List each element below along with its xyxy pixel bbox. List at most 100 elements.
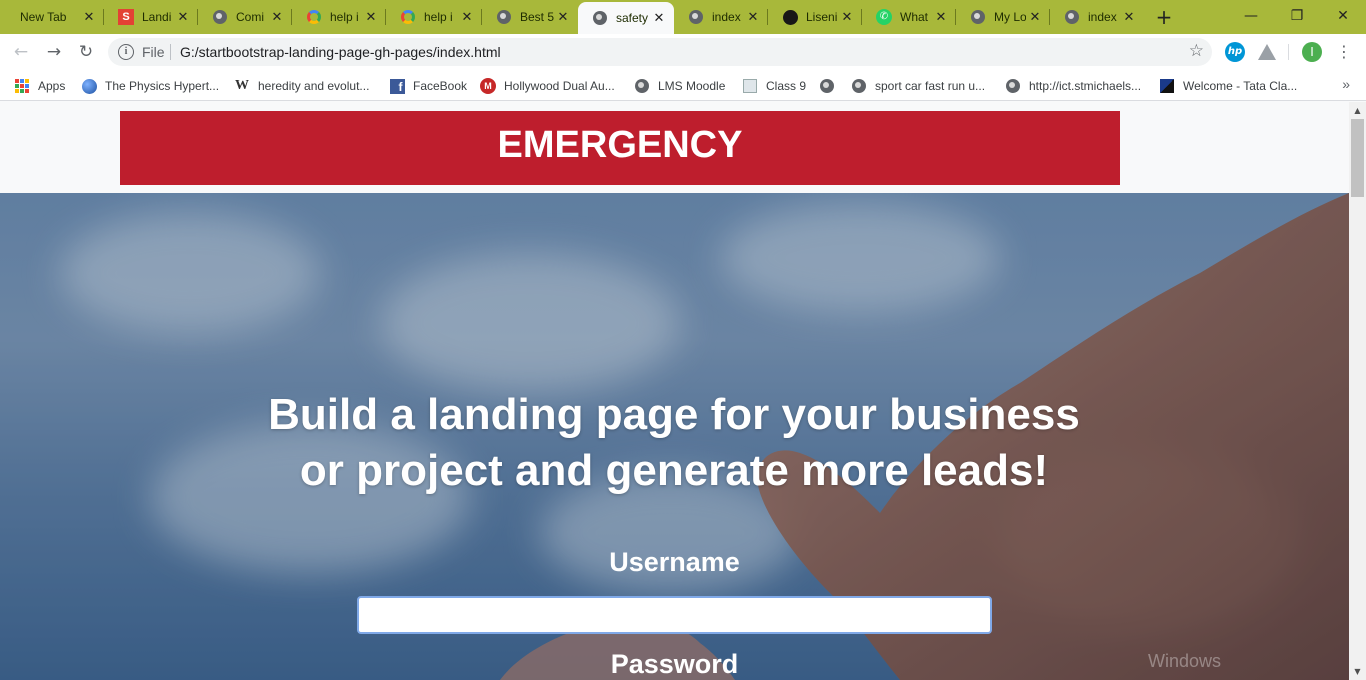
close-icon[interactable]: ✕ <box>268 9 286 25</box>
close-icon[interactable]: ✕ <box>650 10 668 26</box>
whatsapp-icon: ✆ <box>876 9 892 25</box>
back-button[interactable]: ← <box>9 40 33 64</box>
close-icon[interactable]: ✕ <box>80 9 98 25</box>
bookmark-hollywood[interactable]: M Hollywood Dual Au... <box>480 77 615 95</box>
globe-icon <box>688 9 704 25</box>
close-icon[interactable]: ✕ <box>1026 9 1044 25</box>
password-label: Password <box>610 649 739 679</box>
bookmark-label: sport car fast run u... <box>875 79 986 93</box>
bookmark-label: Hollywood Dual Au... <box>504 79 615 93</box>
tab-title: Landi <box>142 10 172 24</box>
tab-help-2[interactable]: help i ✕ <box>386 0 482 34</box>
bookmark-lms-moodle[interactable]: LMS Moodle <box>634 77 725 95</box>
username-input[interactable] <box>357 596 992 634</box>
bookmark-star-icon[interactable]: ☆ <box>1189 41 1204 61</box>
minimize-button[interactable]: — <box>1228 4 1274 28</box>
tab-index-1[interactable]: index ✕ <box>674 0 768 34</box>
scroll-down-icon[interactable]: ▼ <box>1349 663 1366 680</box>
bookmark-label: The Physics Hypert... <box>105 79 220 93</box>
hp-icon[interactable]: hp <box>1225 42 1245 62</box>
bookmark-tata[interactable]: Welcome - Tata Cla... <box>1159 77 1297 95</box>
hero-section: Build a landing page for your business o… <box>0 193 1349 680</box>
profile-avatar[interactable]: I <box>1302 42 1322 62</box>
apps-grid-icon <box>14 78 30 94</box>
globe-icon <box>819 78 835 94</box>
close-icon[interactable]: ✕ <box>174 9 192 25</box>
github-icon <box>782 9 798 25</box>
headline-line-2: or project and generate more leads! <box>299 446 1049 495</box>
tab-new-tab[interactable]: New Tab ✕ <box>0 0 104 34</box>
more-bookmarks-icon[interactable]: » <box>1342 76 1350 92</box>
address-bar[interactable]: i File G:/startbootstrap-landing-page-gh… <box>108 38 1212 66</box>
close-icon[interactable]: ✕ <box>932 9 950 25</box>
tab-title: safety <box>616 11 649 25</box>
tab-best[interactable]: Best 5 ✕ <box>482 0 578 34</box>
tab-title: Comi <box>236 10 265 24</box>
tab-help-1[interactable]: help i ✕ <box>292 0 386 34</box>
bookmark-stmichaels[interactable]: http://ict.stmichaels... <box>1005 77 1141 95</box>
tab-my-lo[interactable]: My Lo ✕ <box>956 0 1050 34</box>
tab-title: My Lo <box>994 10 1026 24</box>
headline-line-1: Build a landing page for your business <box>268 390 1080 439</box>
tab-title: What <box>900 10 929 24</box>
tab-liseni[interactable]: Liseni ✕ <box>768 0 862 34</box>
url-text[interactable]: G:/startbootstrap-landing-page-gh-pages/… <box>180 44 501 60</box>
bookmark-unnamed[interactable] <box>819 77 843 95</box>
google-icon <box>306 9 322 25</box>
forward-button[interactable]: → <box>42 40 66 64</box>
page-viewport: EMERGENCY Build a landing page for your … <box>0 102 1349 680</box>
close-icon[interactable]: ✕ <box>744 9 762 25</box>
browser-toolbar: ← → ↻ i File G:/startbootstrap-landing-p… <box>0 34 1366 70</box>
scrollbar-thumb[interactable] <box>1351 119 1364 197</box>
scroll-up-icon[interactable]: ▲ <box>1349 102 1366 119</box>
m-icon: M <box>480 78 496 94</box>
hero-headline: Build a landing page for your business o… <box>174 387 1174 499</box>
bookmark-label: Class 9 <box>766 79 807 93</box>
bookmark-heredity[interactable]: W heredity and evolut... <box>234 77 369 95</box>
close-icon[interactable]: ✕ <box>458 9 476 25</box>
tab-title: index <box>1088 10 1117 24</box>
bookmark-label: Apps <box>38 79 66 93</box>
drive-icon[interactable] <box>1258 44 1276 60</box>
bookmark-label: http://ict.stmichaels... <box>1029 79 1142 93</box>
tab-title: help i <box>424 10 453 24</box>
close-icon[interactable]: ✕ <box>838 9 856 25</box>
bookmark-apps[interactable]: Apps <box>14 77 65 95</box>
info-icon[interactable]: i <box>118 44 134 60</box>
vertical-scrollbar[interactable]: ▲ ▼ <box>1349 102 1366 680</box>
bookmark-class-9[interactable]: Class 9 <box>742 77 806 95</box>
windows-watermark: Windows <box>1148 651 1222 671</box>
tab-whatsapp[interactable]: ✆ What ✕ <box>862 0 956 34</box>
bookmark-physics[interactable]: The Physics Hypert... <box>81 77 219 95</box>
bookmark-label: FaceBook <box>413 79 468 93</box>
bookmark-facebook[interactable]: f FaceBook <box>389 77 467 95</box>
file-label: File <box>142 44 165 60</box>
google-icon <box>400 9 416 25</box>
tab-title: New Tab <box>20 10 67 24</box>
emergency-banner[interactable]: EMERGENCY <box>120 111 1120 185</box>
class-icon <box>742 78 758 94</box>
globe-icon <box>1064 9 1080 25</box>
tab-strip: New Tab ✕ S Landi ✕ Comi ✕ help i ✕ help… <box>0 0 1366 34</box>
close-window-button[interactable]: ✕ <box>1320 4 1366 28</box>
close-icon[interactable]: ✕ <box>362 9 380 25</box>
bookmark-label: LMS Moodle <box>658 79 726 93</box>
tab-index-2[interactable]: index ✕ <box>1050 0 1144 34</box>
new-tab-button[interactable]: + <box>1153 6 1175 28</box>
close-icon[interactable]: ✕ <box>554 9 572 25</box>
menu-icon[interactable]: ⋮ <box>1332 40 1356 64</box>
globe-icon <box>851 78 867 94</box>
bookmarks-bar: Apps The Physics Hypert... W heredity an… <box>0 70 1366 101</box>
tab-title: Best 5 <box>520 10 554 24</box>
reload-button[interactable]: ↻ <box>74 40 98 64</box>
tab-coming[interactable]: Comi ✕ <box>198 0 292 34</box>
facebook-icon: f <box>389 78 405 94</box>
restore-button[interactable]: ❐ <box>1274 4 1320 28</box>
close-icon[interactable]: ✕ <box>1120 9 1138 25</box>
bookmark-sport-car[interactable]: sport car fast run u... <box>851 77 985 95</box>
tab-landing[interactable]: S Landi ✕ <box>104 0 198 34</box>
w-icon: W <box>235 78 249 93</box>
tab-safety[interactable]: safety ✕ <box>578 2 674 34</box>
bookmark-label: Welcome - Tata Cla... <box>1183 79 1298 93</box>
bookmark-label: heredity and evolut... <box>258 79 370 93</box>
